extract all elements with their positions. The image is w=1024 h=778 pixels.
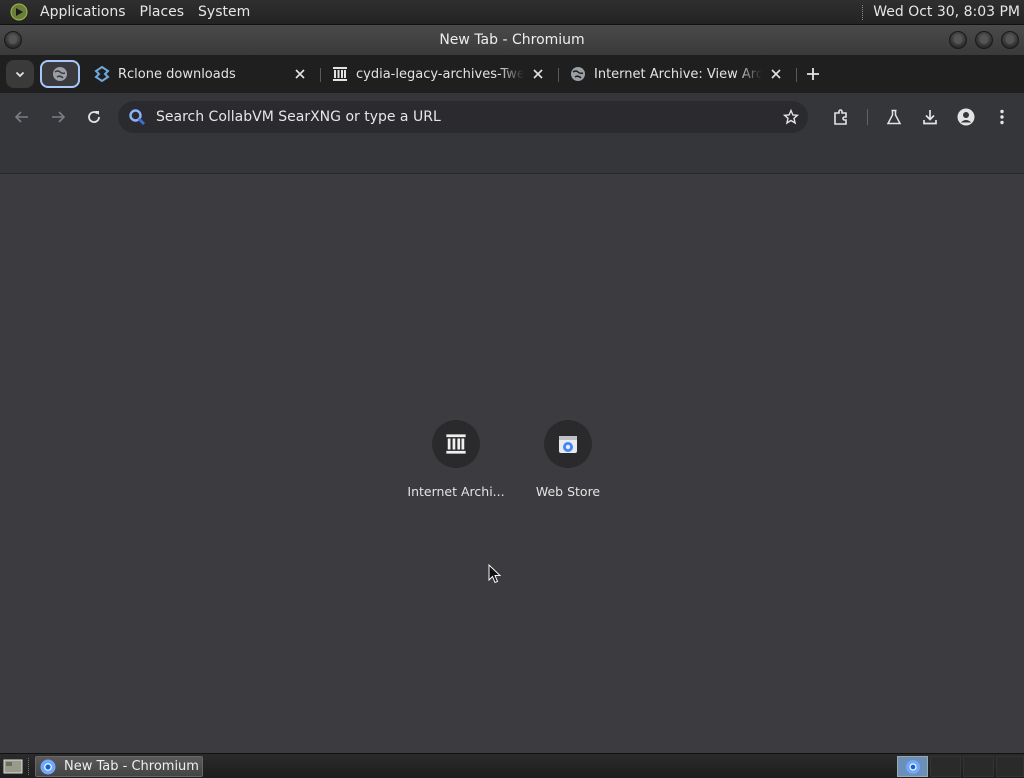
labs-button[interactable] — [882, 105, 906, 129]
downloads-button[interactable] — [918, 105, 942, 129]
shortcut-web-store[interactable]: Web Store — [512, 420, 624, 499]
tab-internet-archive[interactable]: Internet Archive: View Archive — [556, 60, 786, 88]
chromium-icon — [905, 759, 920, 774]
window-titlebar[interactable]: New Tab - Chromium — [0, 25, 1024, 55]
panel-separator — [862, 4, 864, 20]
browser-toolbar: Search CollabVM SearXNG or type a URL — [0, 93, 1024, 141]
tab-rclone[interactable]: Rclone downloads — [80, 60, 310, 88]
puzzle-icon — [834, 109, 847, 125]
tab-new-tab-active[interactable] — [40, 60, 80, 88]
shortcut-label: Internet Archi... — [407, 484, 505, 499]
download-icon — [923, 110, 937, 125]
avatar-icon — [957, 108, 975, 126]
workspace-3[interactable] — [963, 756, 994, 777]
taskbar-separator — [28, 758, 30, 775]
web-store-icon — [544, 420, 592, 468]
taskbar-window-button[interactable]: New Tab - Chromium — [35, 756, 203, 777]
menu-button[interactable] — [990, 105, 1014, 129]
new-tab-page: Internet Archi... Web Store — [0, 175, 1024, 753]
tab-cydia[interactable]: cydia-legacy-archives-Tweaks — [318, 60, 548, 88]
clock[interactable]: Wed Oct 30, 8:03 PM — [873, 4, 1024, 20]
menu-places[interactable]: Places — [133, 0, 192, 25]
mate-logo-icon[interactable] — [9, 2, 29, 22]
arrow-right-icon — [52, 111, 66, 123]
tab-divider — [796, 68, 797, 82]
globe-icon — [53, 67, 67, 81]
archive-icon — [432, 420, 480, 468]
new-tab-button[interactable] — [803, 64, 823, 84]
shortcut-internet-archive[interactable]: Internet Archi... — [400, 420, 512, 499]
menu-system[interactable]: System — [191, 0, 257, 25]
globe-icon — [570, 66, 586, 82]
back-button[interactable] — [10, 105, 34, 129]
kebab-menu-icon — [1000, 109, 1004, 125]
tab-title: cydia-legacy-archives-Tweaks — [356, 66, 524, 82]
search-icon — [128, 108, 146, 126]
window-title: New Tab - Chromium — [439, 32, 585, 48]
chevron-down-icon — [15, 71, 25, 78]
omnibox-placeholder: Search CollabVM SearXNG or type a URL — [156, 109, 441, 125]
close-window-button[interactable] — [1001, 31, 1019, 49]
chromium-icon — [40, 759, 56, 774]
toolbar-separator — [867, 109, 868, 125]
workspace-1[interactable] — [897, 756, 928, 777]
workspace-4[interactable] — [996, 756, 1024, 777]
omnibox[interactable]: Search CollabVM SearXNG or type a URL — [118, 101, 808, 133]
mouse-cursor-icon — [488, 564, 502, 584]
bottom-taskbar: New Tab - Chromium — [0, 753, 1024, 778]
taskbar-window-label: New Tab - Chromium — [64, 759, 199, 774]
rclone-icon — [94, 66, 110, 82]
profile-button[interactable] — [954, 105, 978, 129]
shortcut-label: Web Store — [535, 484, 601, 499]
window-menu-button[interactable] — [4, 31, 22, 49]
flask-icon — [886, 109, 902, 125]
top-panel: Applications Places System Wed Oct 30, 8… — [0, 0, 1024, 25]
reload-icon — [88, 111, 100, 123]
close-icon[interactable] — [530, 66, 546, 82]
plus-icon — [807, 68, 819, 80]
bookmark-bar — [0, 141, 1024, 174]
bookmark-star-icon[interactable] — [782, 108, 800, 126]
close-icon[interactable] — [292, 66, 308, 82]
workspace-2[interactable] — [930, 756, 961, 777]
menu-applications[interactable]: Applications — [33, 0, 133, 25]
tab-strip: Rclone downloads cydia-legacy-archives-T… — [0, 55, 1024, 93]
show-desktop-icon[interactable] — [3, 758, 23, 775]
forward-button[interactable] — [46, 105, 70, 129]
extensions-button[interactable] — [829, 105, 853, 129]
minimize-button[interactable] — [949, 31, 967, 49]
close-icon[interactable] — [768, 66, 784, 82]
archive-icon — [332, 66, 348, 82]
maximize-button[interactable] — [975, 31, 993, 49]
tab-search-button[interactable] — [6, 60, 34, 88]
reload-button[interactable] — [82, 105, 106, 129]
arrow-left-icon — [14, 111, 28, 123]
tab-title: Internet Archive: View Archive — [594, 66, 762, 82]
tab-title: Rclone downloads — [118, 66, 236, 82]
